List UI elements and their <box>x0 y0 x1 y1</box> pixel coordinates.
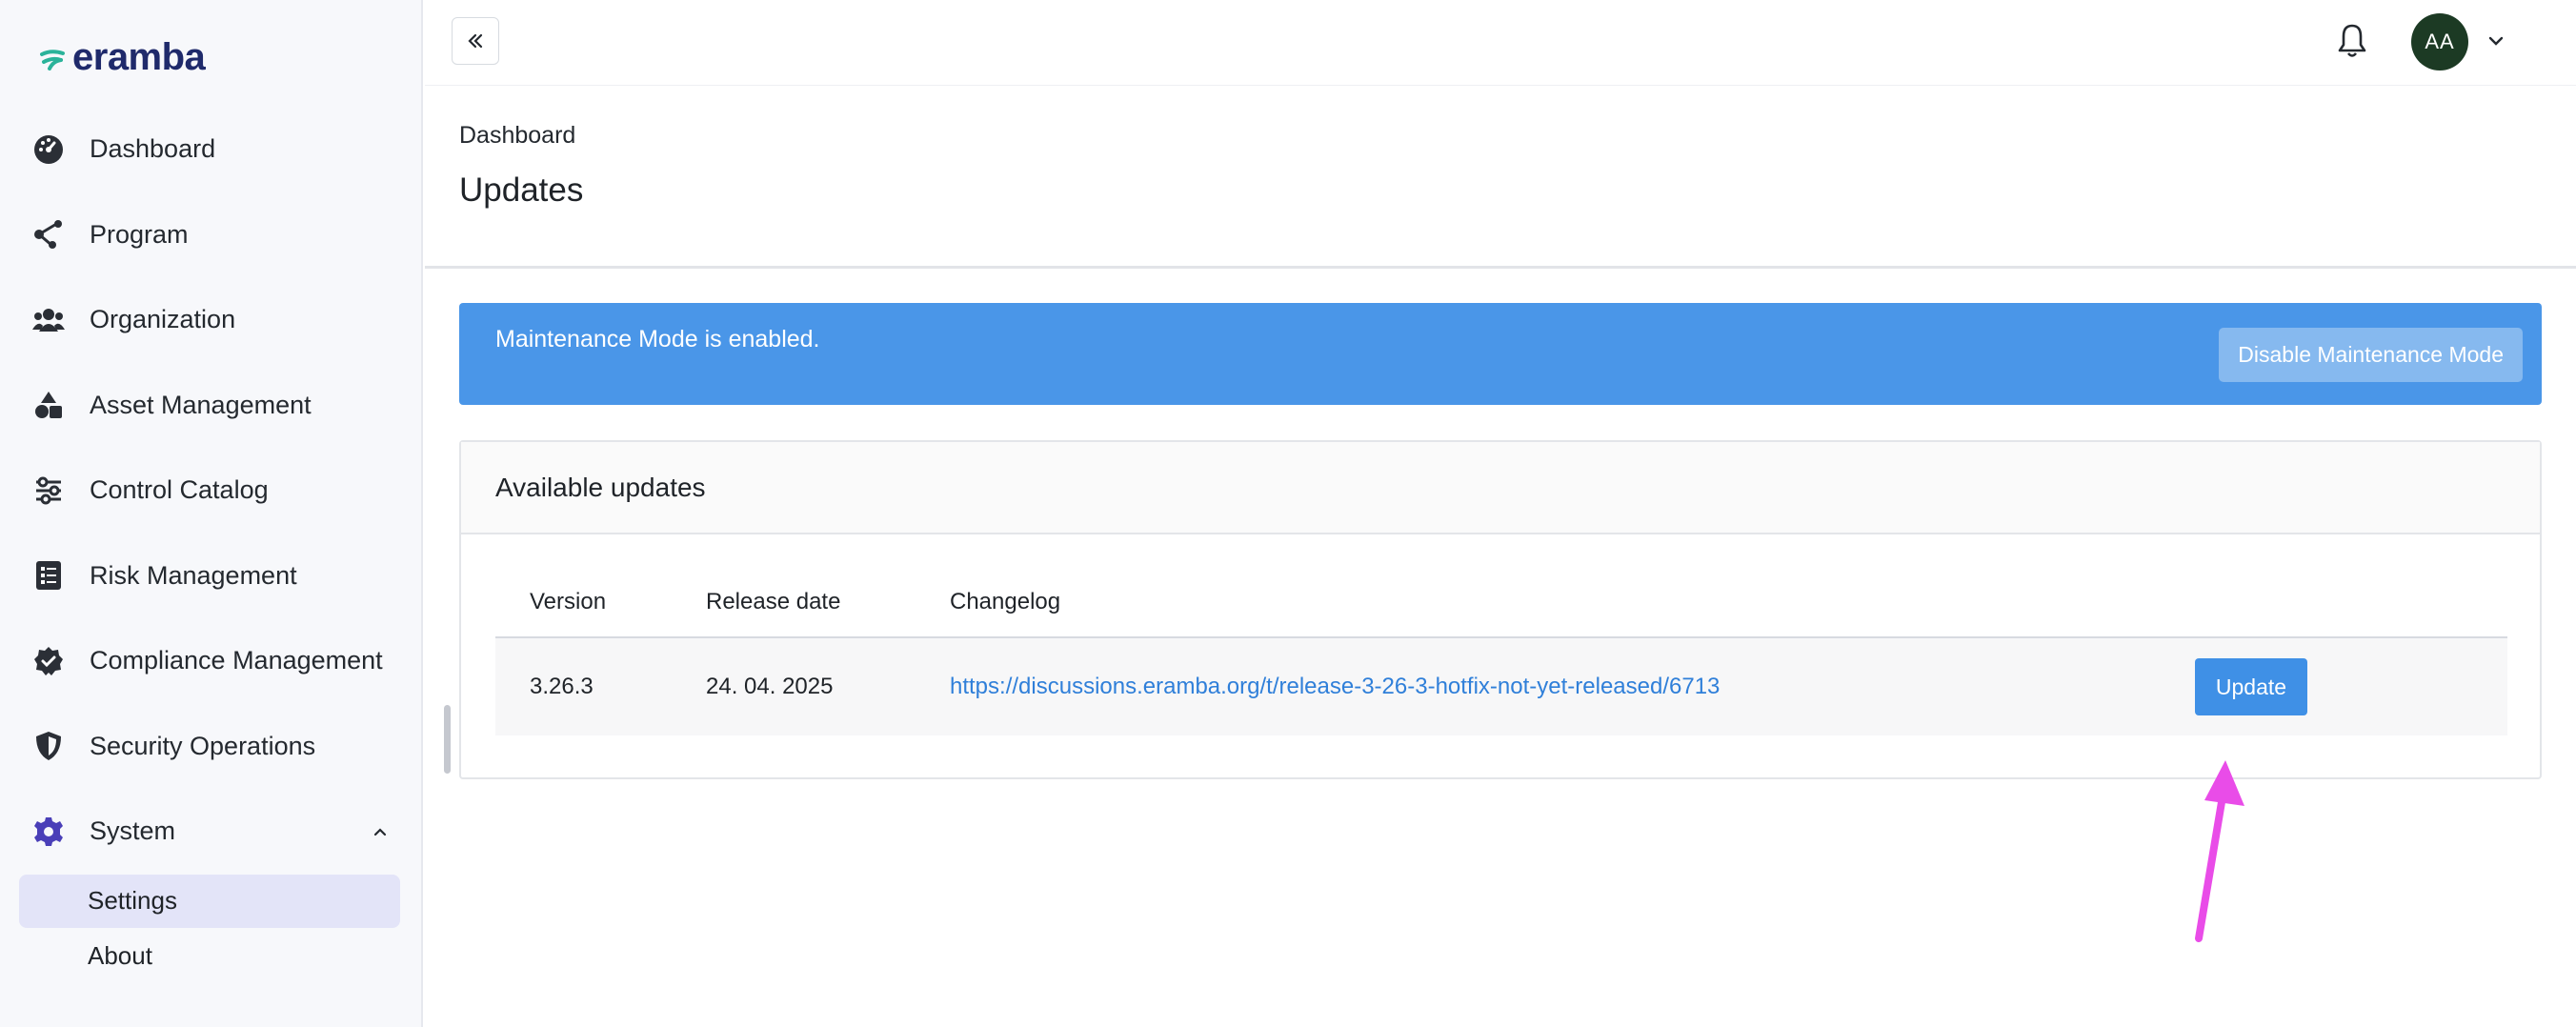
avatar[interactable]: AA <box>2411 13 2468 70</box>
sidebar-resize-handle[interactable] <box>444 705 451 774</box>
sidebar-item-asset-management[interactable]: Asset Management <box>0 363 421 449</box>
table-row: 3.26.3 24. 04. 2025 https://discussions.… <box>495 638 2507 735</box>
logo-text: eramba <box>72 36 206 78</box>
shield-icon <box>32 730 65 762</box>
column-header-version: Version <box>530 589 607 614</box>
column-header-changelog: Changelog <box>950 589 1061 614</box>
list-check-icon <box>32 559 65 592</box>
badge-check-icon <box>32 645 65 677</box>
gear-icon <box>32 816 65 848</box>
breadcrumb[interactable]: Dashboard <box>459 122 575 150</box>
available-updates-card: Available updates Version Release date C… <box>459 440 2542 779</box>
eramba-logo[interactable]: eramba <box>40 36 206 79</box>
sidebar-item-program[interactable]: Program <box>0 192 421 278</box>
page-title: Updates <box>459 171 584 209</box>
shapes-icon <box>32 389 65 421</box>
sidebar-item-compliance-management[interactable]: Compliance Management <box>0 618 421 704</box>
cell-release-date: 24. 04. 2025 <box>706 674 834 699</box>
alert-message: Maintenance Mode is enabled. <box>495 326 820 352</box>
topbar: AA <box>425 0 2576 86</box>
sidebar-item-label: Asset Management <box>90 390 312 419</box>
sidebar-item-label: Compliance Management <box>90 646 383 675</box>
chevron-up-icon[interactable] <box>372 823 389 840</box>
sidebar-item-organization[interactable]: Organization <box>0 277 421 363</box>
sidebar-item-security-operations[interactable]: Security Operations <box>0 704 421 790</box>
users-icon <box>32 304 65 336</box>
sidebar-item-dashboard[interactable]: Dashboard <box>0 107 421 192</box>
collapse-sidebar-button[interactable] <box>452 17 499 65</box>
disable-maintenance-button[interactable]: Disable Maintenance Mode <box>2219 328 2523 382</box>
table-header: Version Release date Changelog <box>495 570 2507 638</box>
updates-table: Version Release date Changelog 3.26.3 24… <box>495 570 2507 735</box>
sidebar-item-risk-management[interactable]: Risk Management <box>0 534 421 619</box>
sidebar-item-label: Organization <box>90 305 236 334</box>
avatar-initials: AA <box>2425 30 2455 53</box>
sidebar: eramba Dashboard Program Organization As… <box>0 0 423 1027</box>
bell-icon[interactable] <box>2336 23 2368 59</box>
sidebar-item-label: Dashboard <box>90 134 216 164</box>
sidebar-item-label: Risk Management <box>90 560 297 590</box>
sidebar-item-control-catalog[interactable]: Control Catalog <box>0 448 421 534</box>
sidebar-subitem-about[interactable]: About <box>19 930 400 983</box>
double-chevron-left-icon <box>468 33 483 49</box>
sidebar-nav: Dashboard Program Organization Asset Man… <box>0 107 421 985</box>
cell-version: 3.26.3 <box>530 674 594 699</box>
changelog-link[interactable]: https://discussions.eramba.org/t/release… <box>950 674 1720 700</box>
sliders-icon <box>32 474 65 507</box>
maintenance-alert: Maintenance Mode is enabled. Disable Mai… <box>459 303 2542 405</box>
sidebar-subitem-label: Settings <box>88 886 177 915</box>
sidebar-item-system[interactable]: System <box>0 789 421 875</box>
sidebar-item-label: System <box>90 816 176 846</box>
annotation-arrow-icon <box>2195 760 2244 942</box>
chevron-down-icon[interactable] <box>2485 30 2506 51</box>
sidebar-item-label: Program <box>90 219 189 249</box>
page-header: Dashboard Updates <box>425 86 2576 269</box>
sidebar-item-label: Control Catalog <box>90 475 269 505</box>
gauge-icon <box>32 133 65 166</box>
card-title: Available updates <box>461 442 2540 534</box>
share-nodes-icon <box>32 218 65 251</box>
sidebar-subitem-settings[interactable]: Settings <box>19 874 400 928</box>
update-button[interactable]: Update <box>2195 658 2307 715</box>
sidebar-item-label: Security Operations <box>90 731 316 760</box>
sidebar-subitem-label: About <box>88 941 152 970</box>
eramba-logo-icon <box>40 49 65 70</box>
column-header-release-date: Release date <box>706 589 841 614</box>
